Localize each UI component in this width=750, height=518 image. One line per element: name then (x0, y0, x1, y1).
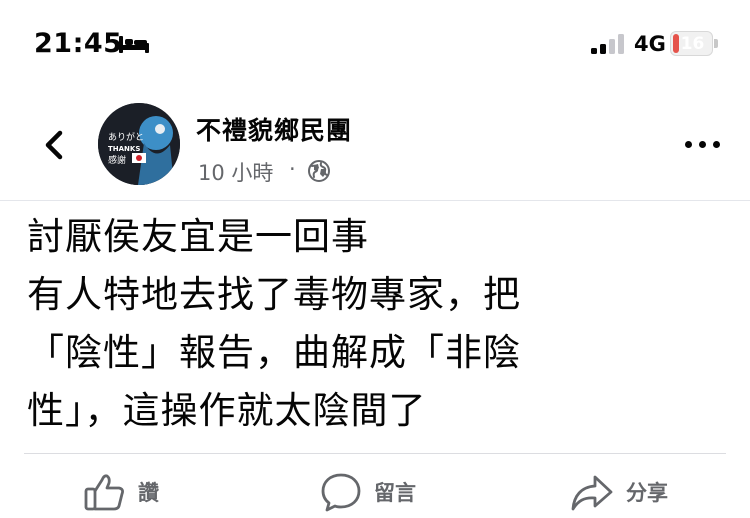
comment-bubble-icon (321, 473, 361, 512)
post-timestamp[interactable]: 10 小時 (198, 157, 273, 187)
post-text: 討厭侯友宜是一回事 有人特地去找了毒物專家，把 「陰性」報告，曲解成「非陰 性」… (27, 208, 727, 440)
like-button[interactable]: 讚 (84, 470, 159, 514)
comment-button[interactable]: 留言 (320, 470, 416, 514)
thumbs-up-icon (84, 474, 124, 511)
avatar[interactable]: ありがと THANKS 感謝 (98, 103, 180, 185)
bed-icon (119, 36, 149, 53)
post-line: 「陰性」報告，曲解成「非陰 (27, 331, 521, 374)
network-type: 4G (634, 32, 666, 56)
status-time: 21:45 (34, 28, 123, 59)
avatar-text-3: 感謝 (108, 154, 126, 166)
meta-separator: · (289, 157, 296, 181)
like-label: 讚 (138, 481, 159, 505)
battery-level: 16 (680, 34, 705, 54)
action-bar-divider (24, 453, 726, 454)
share-arrow-icon (571, 475, 613, 511)
share-label: 分享 (626, 481, 668, 505)
post-line: 有人特地去找了毒物專家，把 (27, 273, 521, 316)
avatar-text-2: THANKS (108, 145, 140, 153)
status-bar: 21:45 4G 16 (0, 0, 750, 90)
page-name[interactable]: 不禮貌鄉民團 (196, 111, 352, 147)
cellular-signal-icon (591, 34, 624, 54)
back-button[interactable] (36, 125, 76, 165)
avatar-text-1: ありがと (108, 131, 144, 143)
more-options-button[interactable] (683, 133, 723, 155)
globe-icon (308, 160, 330, 182)
post-line: 性」，這操作就太陰間了 (27, 389, 427, 432)
header-divider (0, 200, 750, 201)
share-button[interactable]: 分享 (570, 470, 668, 514)
comment-label: 留言 (374, 481, 416, 505)
avatar-image: ありがと THANKS 感謝 (98, 103, 180, 185)
post-line: 討厭侯友宜是一回事 (27, 215, 369, 258)
battery-icon: 16 (670, 31, 718, 56)
